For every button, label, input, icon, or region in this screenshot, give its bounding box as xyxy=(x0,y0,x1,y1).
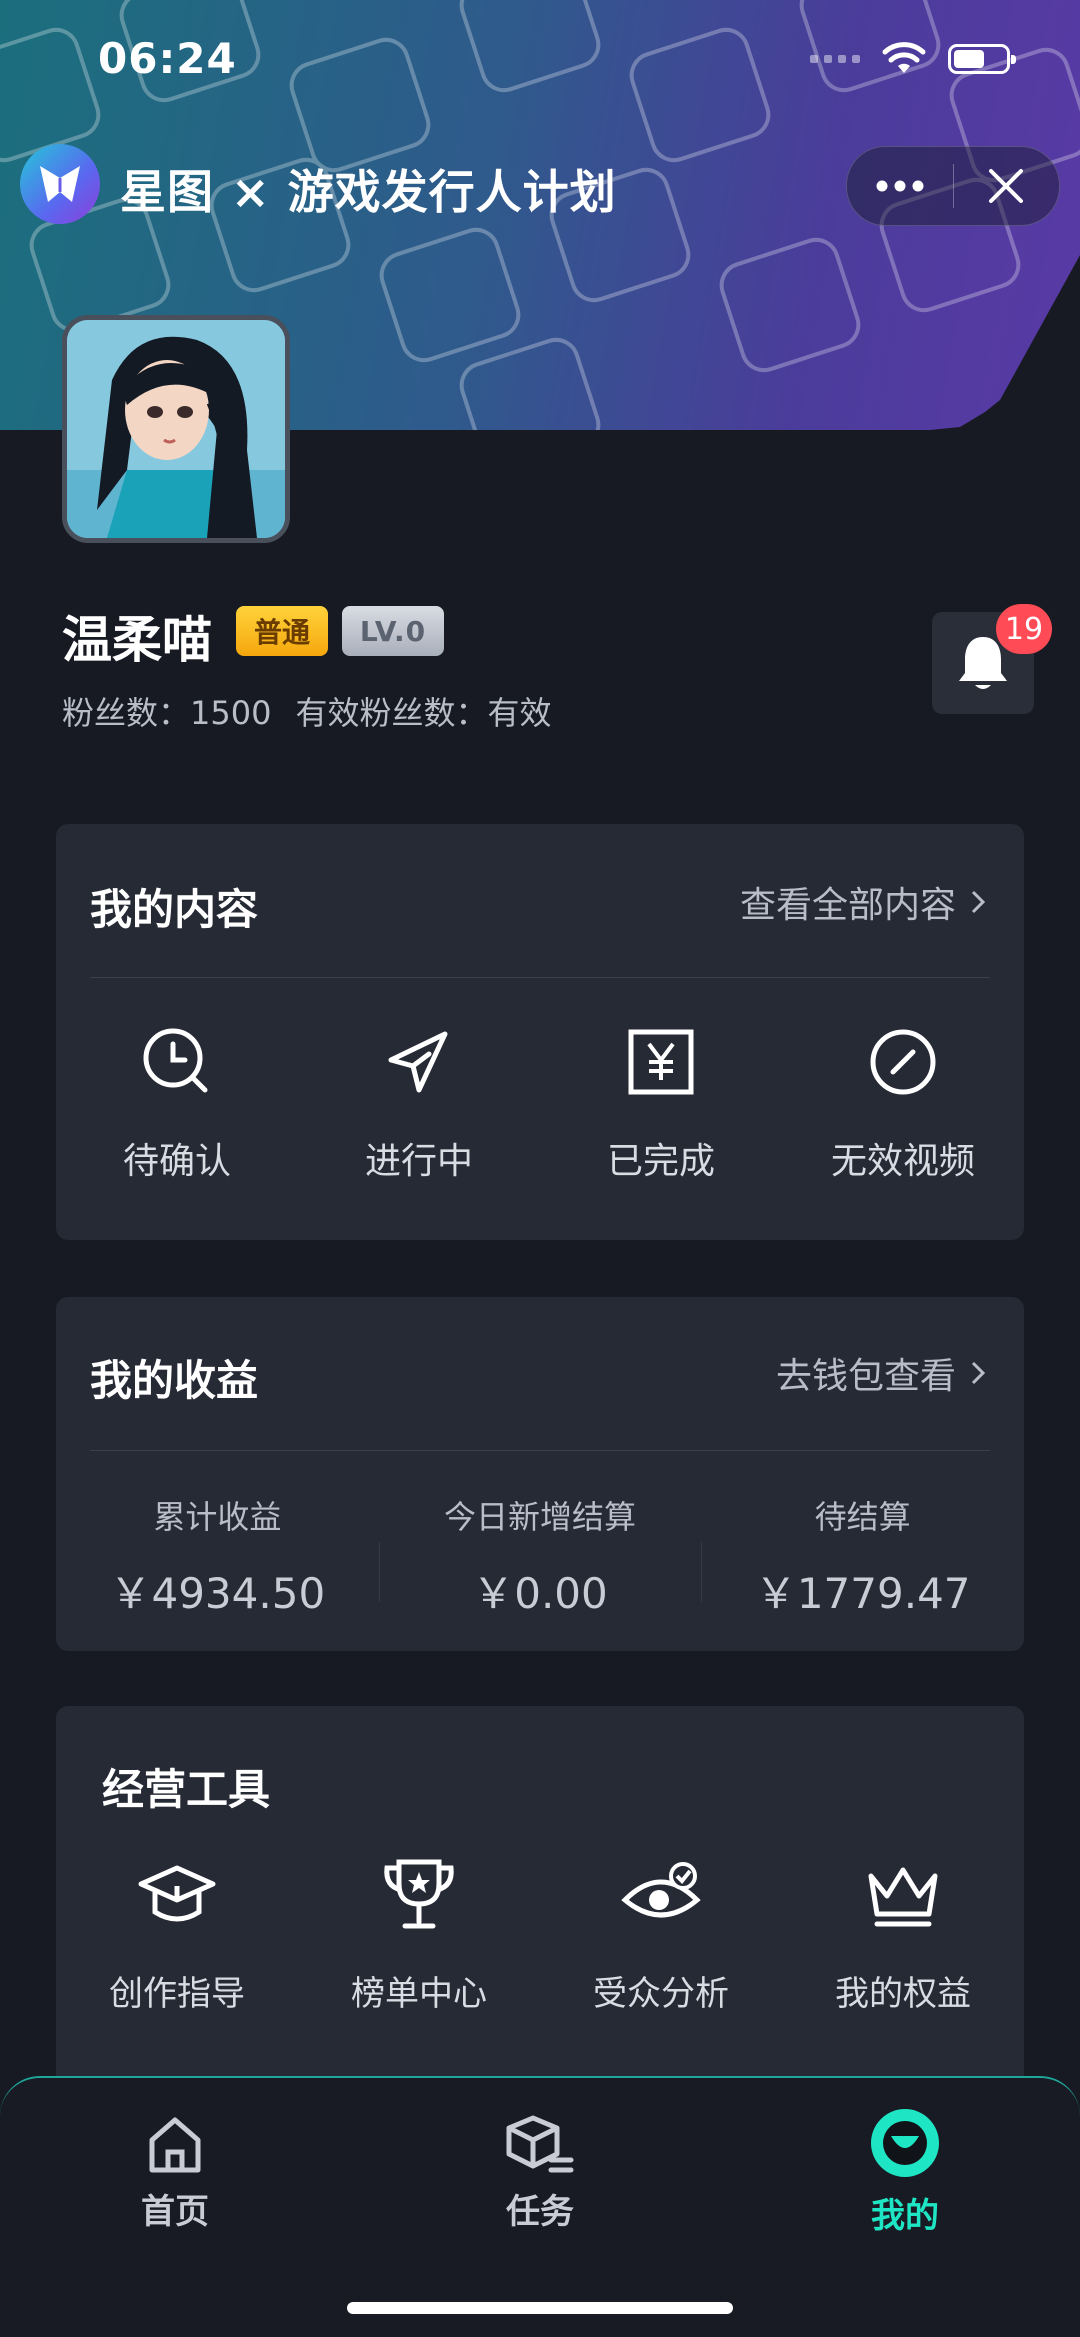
status-icons xyxy=(810,42,1016,76)
earnings-today-value: ￥0.00 xyxy=(472,1569,608,1618)
clock-search-icon xyxy=(137,1022,217,1102)
tab-tasks-label: 任务 xyxy=(506,2192,574,2232)
eye-check-icon xyxy=(621,1856,701,1936)
earnings-summary: 累计收益 ￥4934.50 今日新增结算 ￥0.00 待结算 ￥1779.47 xyxy=(56,1492,1024,1621)
divider xyxy=(90,977,990,978)
status-invalid-video[interactable]: 无效视频 xyxy=(782,1022,1024,1184)
trophy-icon xyxy=(379,1856,459,1936)
earnings-today-label: 今日新增结算 xyxy=(444,1498,637,1536)
tab-home-label: 首页 xyxy=(141,2192,209,2232)
tool-audience-analysis-label: 受众分析 xyxy=(593,1974,729,2014)
earnings-total[interactable]: 累计收益 ￥4934.50 xyxy=(56,1492,379,1621)
wallet-link-label: 去钱包查看 xyxy=(775,1356,956,1397)
username: 温柔喵 xyxy=(62,611,212,669)
avatar[interactable] xyxy=(62,315,290,543)
yen-box-icon xyxy=(621,1022,701,1102)
status-in-progress-label: 进行中 xyxy=(364,1141,473,1182)
status-completed-label: 已完成 xyxy=(606,1141,715,1182)
status-pending[interactable]: 待确认 xyxy=(56,1022,298,1184)
close-icon[interactable] xyxy=(954,147,1060,225)
business-tools-title: 经营工具 xyxy=(102,1765,271,1814)
view-all-content-link[interactable]: 查看全部内容 xyxy=(740,876,986,928)
earnings-pending-label: 待结算 xyxy=(814,1498,911,1536)
tool-my-benefits[interactable]: 我的权益 xyxy=(782,1856,1024,2015)
valid-fans-count: 有效粉丝数：有效 xyxy=(295,694,552,732)
wallet-link[interactable]: 去钱包查看 xyxy=(776,1347,986,1399)
mini-program-title-bar: 星图 × 游戏发行人计划 xyxy=(0,136,1080,236)
level-badge: LV.0 xyxy=(342,606,444,656)
status-invalid-video-label: 无效视频 xyxy=(830,1141,975,1182)
home-icon xyxy=(149,2117,201,2173)
page-title: 星图 × 游戏发行人计划 xyxy=(120,165,617,219)
view-all-content-label: 查看全部内容 xyxy=(739,885,956,926)
earnings-pending-value: ￥1779.47 xyxy=(754,1569,971,1618)
tab-tasks[interactable]: 任务 xyxy=(450,2114,630,2233)
status-time: 06:24 xyxy=(98,34,237,83)
tool-creation-guide-label: 创作指导 xyxy=(109,1974,245,2014)
graduation-cap-icon xyxy=(137,1856,217,1936)
status-pending-label: 待确认 xyxy=(122,1141,231,1182)
divider xyxy=(90,1450,990,1451)
home-indicator xyxy=(347,2302,733,2314)
earnings-total-value: ￥4934.50 xyxy=(109,1569,326,1618)
battery-icon xyxy=(948,44,1016,74)
user-type-badge: 普通 xyxy=(236,606,328,656)
earnings-total-label: 累计收益 xyxy=(153,1498,282,1536)
status-bar: 06:24 xyxy=(0,0,1080,120)
my-content-card: 我的内容 查看全部内容 待确认 进行中 已完成 无效视频 xyxy=(56,824,1024,1240)
mini-program-capsule xyxy=(846,146,1060,226)
tool-ranking-center-label: 榜单中心 xyxy=(351,1974,487,2014)
paper-plane-icon xyxy=(379,1022,459,1102)
tab-mine-label: 我的 xyxy=(871,2196,939,2236)
tab-home[interactable]: 首页 xyxy=(85,2114,265,2233)
signal-dots-icon xyxy=(810,55,860,63)
my-earnings-card: 我的收益 去钱包查看 累计收益 ￥4934.50 今日新增结算 ￥0.00 待结… xyxy=(56,1297,1024,1651)
earnings-today[interactable]: 今日新增结算 ￥0.00 xyxy=(378,1492,702,1621)
wifi-icon xyxy=(882,42,926,73)
fans-info: 粉丝数：1500 有效粉丝数：有效 xyxy=(62,688,551,734)
tab-mine[interactable]: 我的 xyxy=(815,2109,995,2237)
chevron-right-icon xyxy=(971,1361,986,1385)
smile-face-icon xyxy=(871,2109,939,2177)
app-logo-icon xyxy=(20,144,100,224)
status-in-progress[interactable]: 进行中 xyxy=(298,1022,540,1184)
my-earnings-title: 我的收益 xyxy=(90,1356,259,1405)
fans-count: 粉丝数：1500 xyxy=(62,694,272,732)
avatar-illustration xyxy=(67,320,285,538)
chevron-right-icon xyxy=(971,890,986,914)
prohibited-icon xyxy=(863,1022,943,1102)
earnings-pending[interactable]: 待结算 ￥1779.47 xyxy=(701,1492,1024,1621)
business-tools-card: 经营工具 创作指导 榜单中心 受众分析 我的权益 xyxy=(56,1706,1024,2106)
notification-count-badge: 19 xyxy=(996,604,1052,654)
crown-icon xyxy=(863,1856,943,1936)
more-dots-icon[interactable] xyxy=(847,147,953,225)
status-completed[interactable]: 已完成 xyxy=(540,1022,782,1184)
tool-ranking-center[interactable]: 榜单中心 xyxy=(298,1856,540,2015)
content-status-grid: 待确认 进行中 已完成 无效视频 xyxy=(56,1022,1024,1184)
tools-grid: 创作指导 榜单中心 受众分析 我的权益 xyxy=(56,1856,1024,2015)
tool-audience-analysis[interactable]: 受众分析 xyxy=(540,1856,782,2015)
tool-my-benefits-label: 我的权益 xyxy=(835,1974,971,2014)
tool-creation-guide[interactable]: 创作指导 xyxy=(56,1856,298,2015)
box-list-icon xyxy=(506,2115,574,2173)
bottom-tab-bar: 首页 任务 我的 xyxy=(0,2076,1080,2337)
my-content-title: 我的内容 xyxy=(90,885,259,934)
